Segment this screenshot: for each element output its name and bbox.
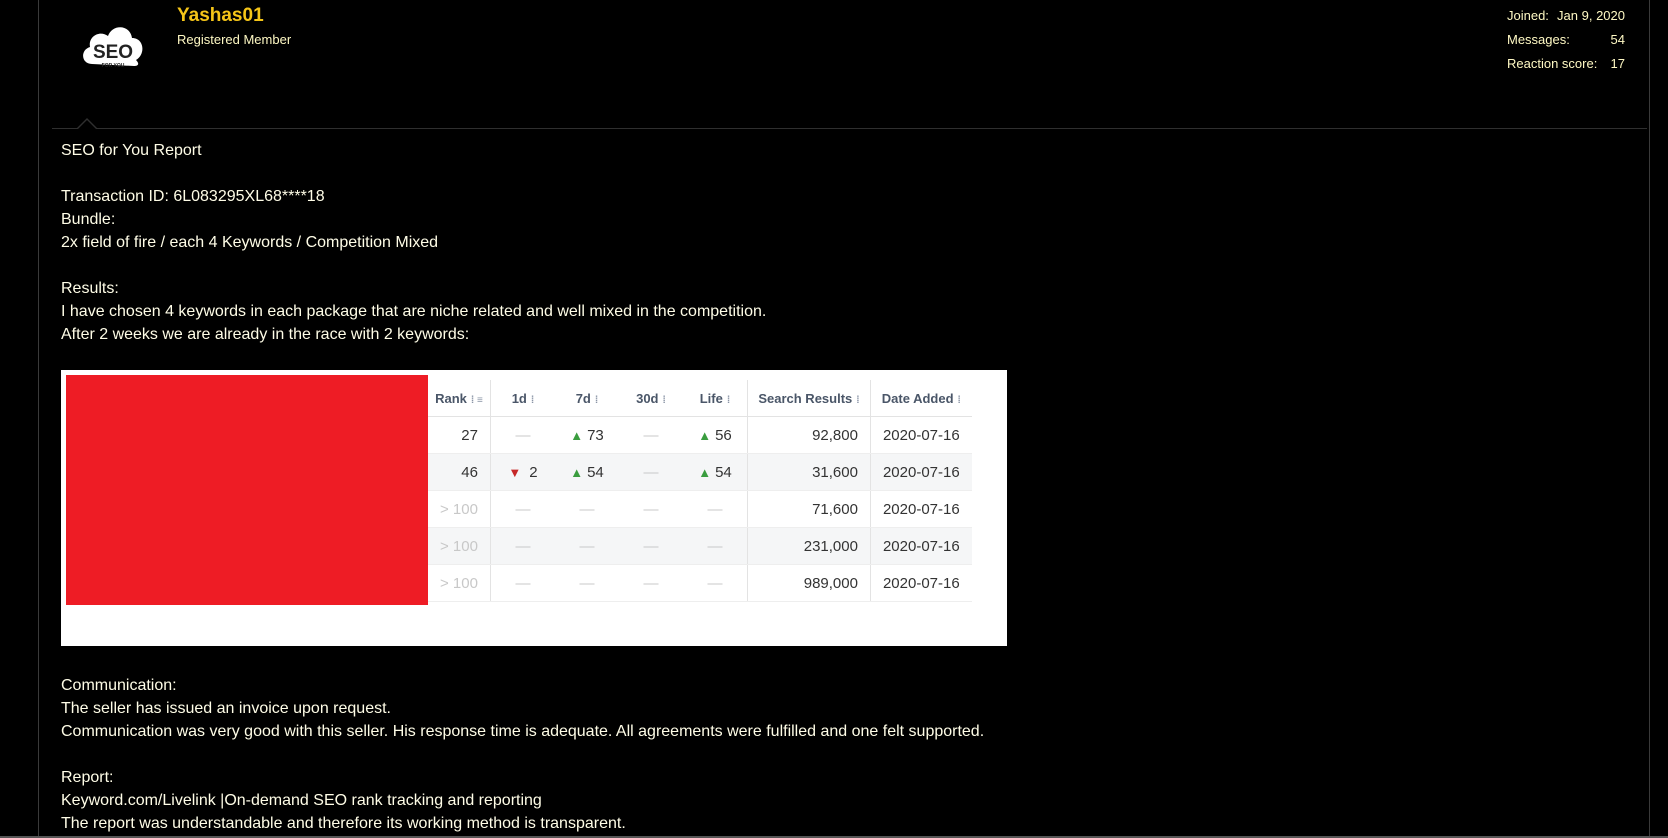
col-header-30d[interactable]: 30d ⁞ [618,380,683,417]
cell-rank: > 100 [428,564,491,602]
cell-date-added: 2020-07-16 [870,453,972,491]
arrow-down-icon: ▼ [508,464,522,480]
cell-date-added: 2020-07-16 [870,416,972,454]
stat-label: Messages: [1507,32,1570,47]
avatar[interactable]: SEO FOR YOU [78,14,148,74]
cell-30d: — [618,564,683,602]
cell-7d: — [554,564,619,602]
cell-7d: — [554,490,619,528]
post-text-line: I have chosen 4 keywords in each package… [61,303,767,320]
cell-search-results: 31,600 [747,453,871,491]
table-row: 46 ▼ 2 ▲ 54 — ▲ 54 31,600 2020-07-16 [428,453,972,491]
cell-30d: — [618,490,683,528]
post-text-line: Bundle: [61,211,116,228]
post-text-line: Communication: [61,677,177,694]
arrow-up-icon: ▲ [698,427,712,443]
table-row: 27 — ▲ 73 — ▲ 56 92,800 2020-07-16 [428,416,972,454]
arrow-up-icon: ▲ [570,427,584,443]
cell-7d: — [554,527,619,565]
col-header-1d[interactable]: 1d ⁞ [490,380,555,417]
cell-date-added: 2020-07-16 [870,527,972,565]
svg-text:SEO: SEO [93,42,133,63]
post-text-line: SEO for You Report [61,142,202,159]
post-frame-right-border [1649,0,1650,838]
username-link[interactable]: Yashas01 [177,5,264,27]
cell-date-added: 2020-07-16 [870,564,972,602]
col-header-rank[interactable]: Rank ⁞ ≡ [428,380,491,417]
stat-value: 54 [1610,32,1625,47]
col-header-7d[interactable]: 7d ⁞ [554,380,619,417]
cell-life: ▲ 54 [682,453,748,491]
cell-7d: ▲ 54 [554,453,619,491]
user-stats: Joined: Jan 9, 2020 Messages: 54 Reactio… [1507,6,1625,78]
cell-search-results: 71,600 [747,490,871,528]
cell-1d: — [490,527,555,565]
stat-value: 17 [1610,56,1625,71]
post-text-line: Transaction ID: 6L083295XL68****18 [61,188,325,205]
post-text-line: The report was understandable and theref… [61,815,626,832]
post-text-line: Communication was very good with this se… [61,723,985,740]
cell-rank: 46 [428,453,491,491]
col-header-life[interactable]: Life ⁞ [682,380,748,417]
cell-1d: — [490,490,555,528]
cell-search-results: 989,000 [747,564,871,602]
post-text-line: Results: [61,280,119,297]
cell-30d: — [618,453,683,491]
stat-messages: Messages: 54 [1507,30,1625,54]
cell-date-added: 2020-07-16 [870,490,972,528]
cloud-seo-logo-icon: SEO FOR YOU [83,27,143,69]
cell-rank: > 100 [428,527,491,565]
svg-text:FOR YOU: FOR YOU [102,63,125,69]
cell-search-results: 92,800 [747,416,871,454]
cell-life: — [682,527,748,565]
post-text-line: After 2 weeks we are already in the race… [61,326,470,343]
cell-1d: — [490,416,555,454]
message-arrow-inner [78,120,96,129]
cell-search-results: 231,000 [747,527,871,565]
col-header-search-results[interactable]: Search Results ⁞ [747,380,871,417]
stat-value: Jan 9, 2020 [1557,8,1625,23]
cell-1d: ▼ 2 [490,453,555,491]
post-frame-left-border [38,0,39,838]
embedded-screenshot[interactable]: Rank ⁞ ≡ 1d ⁞ 7d ⁞ 30d ⁞ Life ⁞ Search Result… [61,370,1007,646]
cell-30d: — [618,416,683,454]
cell-30d: — [618,527,683,565]
table-header-row: Rank ⁞ ≡ 1d ⁞ 7d ⁞ 30d ⁞ Life ⁞ Search Result… [428,380,972,417]
arrow-up-icon: ▲ [570,464,584,480]
post-text-line: 2x field of fire / each 4 Keywords / Com… [61,234,439,251]
rank-table: Rank ⁞ ≡ 1d ⁞ 7d ⁞ 30d ⁞ Life ⁞ Search Result… [428,380,972,602]
cell-life: — [682,490,748,528]
stat-label: Reaction score: [1507,56,1598,71]
user-title: Registered Member [177,32,292,47]
post-text-line: Keyword.com/Livelink |On-demand SEO rank… [61,792,542,809]
redaction-box [66,375,428,605]
stat-reaction-score: Reaction score: 17 [1507,54,1625,78]
post-text-line: Report: [61,769,114,786]
table-row: > 100 — — — — 989,000 2020-07-16 [428,564,972,602]
arrow-up-icon: ▲ [698,464,712,480]
stat-label: Joined: [1507,8,1549,23]
cell-7d: ▲ 73 [554,416,619,454]
table-row: > 100 — — — — 231,000 2020-07-16 [428,527,972,565]
cell-life: — [682,564,748,602]
col-header-date-added[interactable]: Date Added ⁞ [870,380,972,417]
post-separator [52,128,1647,129]
cell-rank: 27 [428,416,491,454]
table-row: > 100 — — — — 71,600 2020-07-16 [428,490,972,528]
post-text-line: The seller has issued an invoice upon re… [61,700,391,717]
stat-joined: Joined: Jan 9, 2020 [1507,6,1625,30]
cell-1d: — [490,564,555,602]
cell-life: ▲ 56 [682,416,748,454]
cell-rank: > 100 [428,490,491,528]
